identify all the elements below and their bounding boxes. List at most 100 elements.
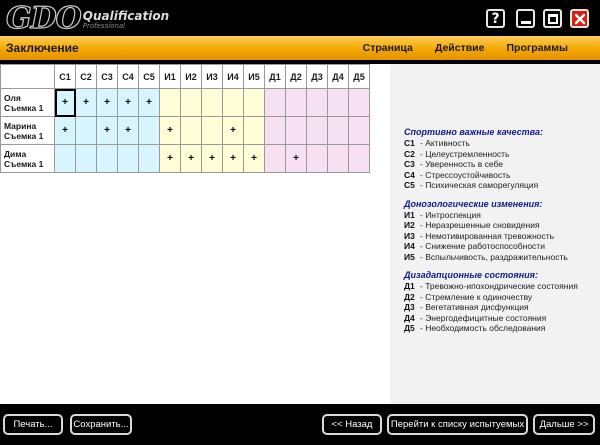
legend-code: С4 xyxy=(404,169,415,180)
legend-code: И3 xyxy=(404,230,415,241)
result-cell[interactable] xyxy=(306,144,328,173)
app-logo: GDO Qualification Professional xyxy=(5,3,169,34)
top-menu: Страница Действие Программы xyxy=(363,42,568,54)
minimize-icon xyxy=(520,21,531,24)
table-row: Оля Съемка 1 + + + + + xyxy=(0,88,370,117)
result-cell[interactable]: + xyxy=(285,144,307,173)
result-cell[interactable]: + xyxy=(54,88,76,117)
column-header: И1 xyxy=(159,64,181,89)
column-header: С4 xyxy=(117,64,139,89)
legend-code: С3 xyxy=(404,159,415,169)
column-header: И4 xyxy=(222,64,244,89)
result-cell[interactable] xyxy=(138,144,160,173)
result-cell[interactable]: + xyxy=(138,88,160,117)
result-cell[interactable] xyxy=(285,116,307,145)
result-cell[interactable]: + xyxy=(75,88,97,117)
result-cell[interactable] xyxy=(201,88,223,117)
result-cell[interactable]: + xyxy=(96,116,118,145)
result-cell[interactable]: + xyxy=(180,144,202,173)
result-cell[interactable]: + xyxy=(54,116,76,145)
result-cell[interactable]: + xyxy=(117,116,139,145)
result-cell[interactable] xyxy=(306,88,328,117)
result-cell[interactable] xyxy=(75,116,97,145)
result-cell[interactable] xyxy=(180,88,202,117)
help-button[interactable]: ? xyxy=(486,9,505,28)
legend-text: - Вспыльчивость, раздражительность xyxy=(420,251,568,262)
result-cell[interactable]: + xyxy=(222,116,244,145)
result-cell[interactable] xyxy=(327,144,349,173)
result-cell[interactable] xyxy=(306,116,328,145)
column-header: Д1 xyxy=(264,64,286,89)
subject-name-cell[interactable]: Марина Съемка 1 xyxy=(0,116,55,145)
result-cell[interactable]: + xyxy=(159,116,181,145)
legend-item: Д1 - Тревожно-ипохондрические состояния xyxy=(404,281,596,292)
result-cell[interactable] xyxy=(180,116,202,145)
result-cell[interactable] xyxy=(348,88,370,117)
result-cell[interactable]: + xyxy=(96,88,118,117)
result-cell[interactable]: + xyxy=(222,144,244,173)
menu-item-action[interactable]: Действие xyxy=(435,42,485,54)
column-header: С3 xyxy=(96,64,118,89)
column-header: С5 xyxy=(138,64,160,89)
legend-group-title: Спортивно важные качества: xyxy=(404,127,543,137)
legend-code: С1 xyxy=(404,138,415,148)
result-cell[interactable] xyxy=(327,116,349,145)
results-panel: С1 С2 С3 С4 С5 И1 И2 И3 И4 И5 Д1 Д2 Д3 Д4 Д5 Оля Съемка… xyxy=(0,64,390,404)
menu-item-page[interactable]: Страница xyxy=(363,42,413,54)
menu-item-programs[interactable]: Программы xyxy=(506,42,568,54)
result-cell[interactable] xyxy=(117,144,139,173)
legend-item: Д4 - Энергодефицитные состояния xyxy=(404,313,596,324)
result-cell[interactable] xyxy=(222,88,244,117)
legend-item: И1 - Интроспекция xyxy=(404,210,596,221)
legend: Спортивно важные качества: С1 - Активность… xyxy=(404,127,596,342)
legend-text: - Необходимость обследования xyxy=(420,323,546,333)
result-cell[interactable]: + xyxy=(159,144,181,173)
subject-name: Оля xyxy=(4,92,21,103)
back-button[interactable]: << Назад xyxy=(322,414,382,435)
result-cell[interactable]: + xyxy=(201,144,223,173)
legend-code: И2 xyxy=(404,220,415,230)
legend-item: С5 - Психическая саморегуляция xyxy=(404,180,596,191)
minimize-button[interactable] xyxy=(516,9,535,28)
result-cell[interactable] xyxy=(96,144,118,173)
legend-text: - Вегетативная дисфункция xyxy=(420,302,529,312)
next-button[interactable]: Дальше >> xyxy=(533,414,595,435)
print-button[interactable]: Печать... xyxy=(3,414,63,435)
result-cell[interactable] xyxy=(75,144,97,173)
result-cell[interactable] xyxy=(138,116,160,145)
section-header: Заключение Страница Действие Программы xyxy=(0,36,600,60)
result-cell[interactable] xyxy=(264,144,286,173)
column-header: Д3 xyxy=(306,64,328,89)
result-cell[interactable] xyxy=(285,88,307,117)
result-cell[interactable] xyxy=(348,116,370,145)
subject-name-cell[interactable]: Дима Съемка 1 xyxy=(0,144,55,173)
legend-item: И5 - Вспыльчивость, раздражительность xyxy=(404,252,596,263)
result-cell[interactable]: + xyxy=(117,88,139,117)
result-cell[interactable] xyxy=(243,116,265,145)
save-button[interactable]: Сохранить... xyxy=(70,414,132,435)
help-icon: ? xyxy=(491,10,500,27)
subject-name-cell[interactable]: Оля Съемка 1 xyxy=(0,88,55,117)
column-header: И2 xyxy=(180,64,202,89)
result-cell[interactable] xyxy=(159,88,181,117)
subject-name: Марина xyxy=(4,120,37,131)
result-cell[interactable] xyxy=(264,88,286,117)
result-cell[interactable]: + xyxy=(243,144,265,173)
result-cell[interactable] xyxy=(243,88,265,117)
legend-group: Спортивно важные качества: С1 - Активность… xyxy=(404,127,596,191)
subjects-list-button[interactable]: Перейти к списку испытуемых xyxy=(387,414,528,435)
table-body: Оля Съемка 1 + + + + + Марина Съемка 1 + + + + + Дима С… xyxy=(0,88,370,173)
legend-text: - Энергодефицитные состояния xyxy=(420,312,547,323)
result-cell[interactable] xyxy=(264,116,286,145)
close-icon xyxy=(574,13,585,24)
legend-group-title: Дизадапционные состояния: xyxy=(404,270,538,280)
close-button[interactable] xyxy=(570,9,589,28)
result-cell[interactable] xyxy=(54,144,76,173)
result-cell[interactable] xyxy=(348,144,370,173)
result-cell[interactable] xyxy=(327,88,349,117)
legend-item: С1 - Активность xyxy=(404,138,596,149)
result-cell[interactable] xyxy=(201,116,223,145)
column-header: С2 xyxy=(75,64,97,89)
maximize-button[interactable] xyxy=(543,9,562,28)
legend-item: Д5 - Необходимость обследования xyxy=(404,323,596,334)
